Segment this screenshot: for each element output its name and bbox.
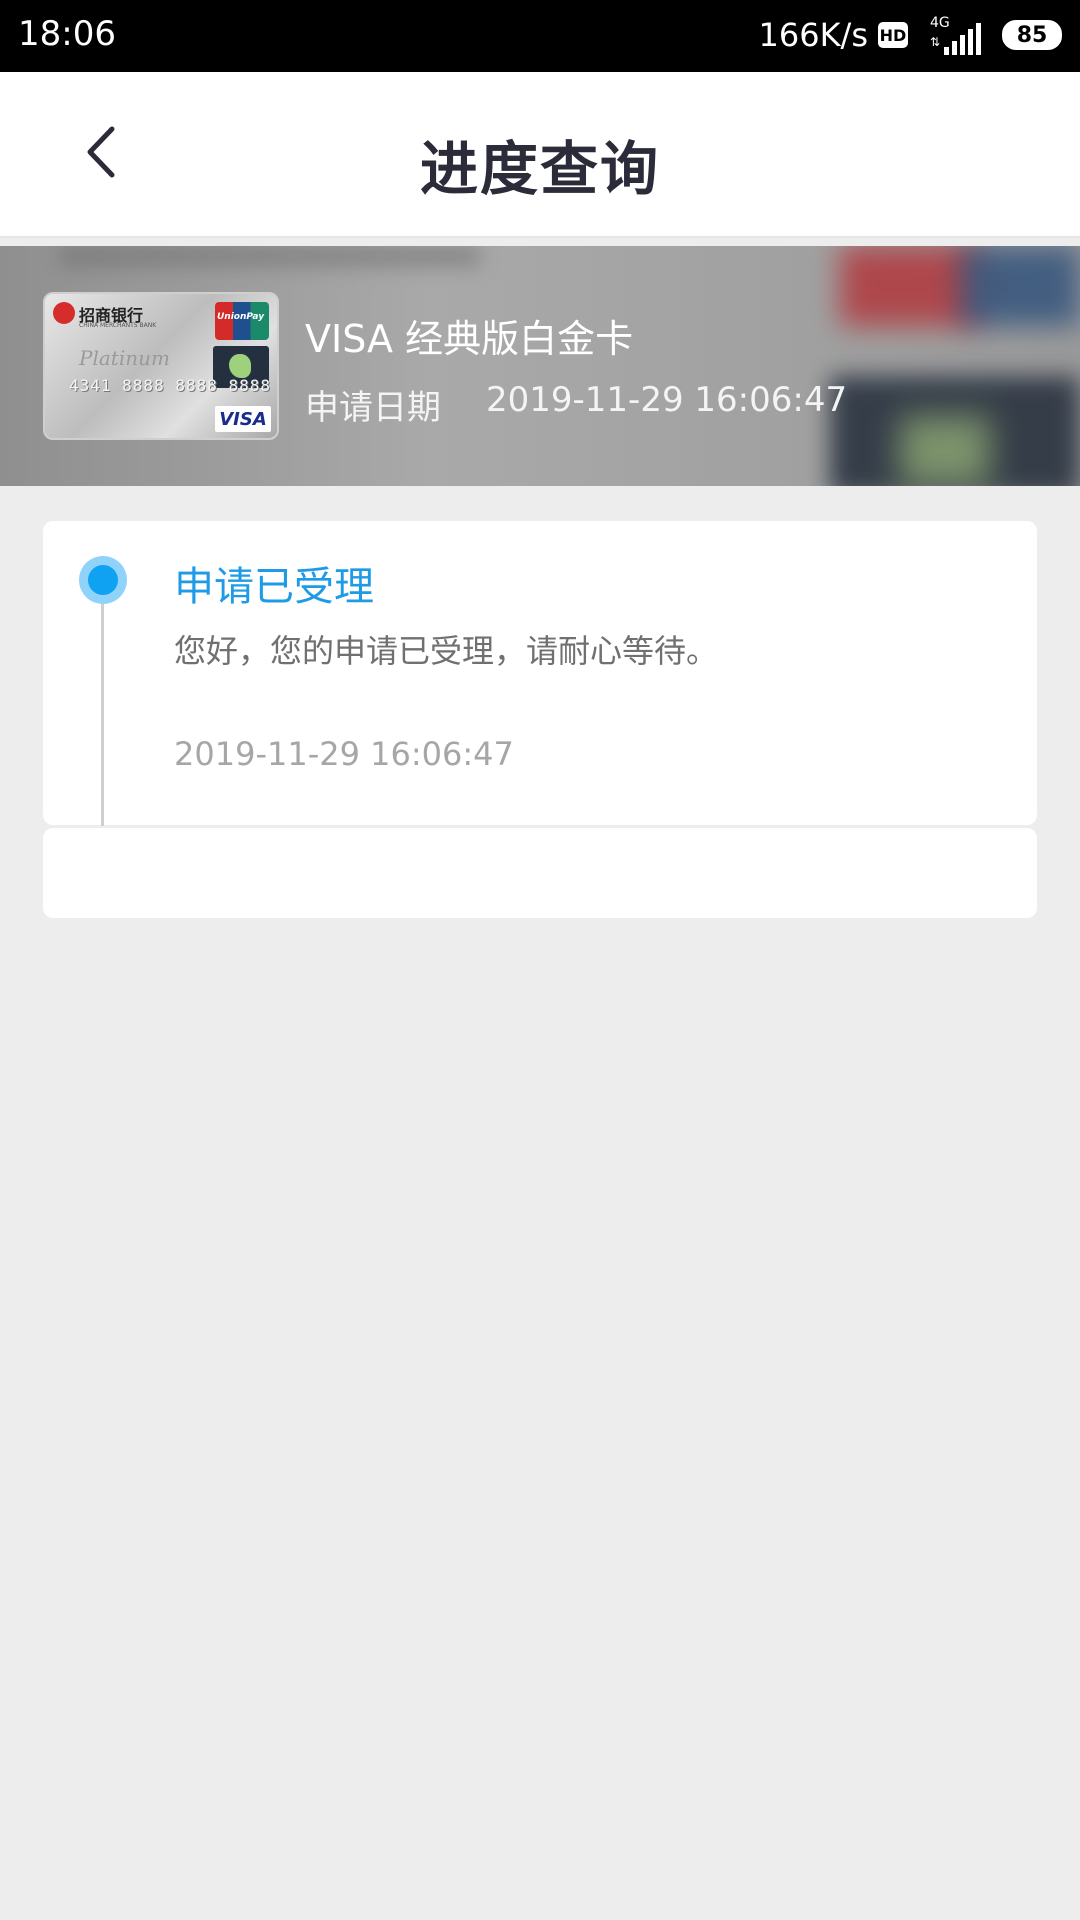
hd-icon: HD [878,22,908,48]
timeline-dot-icon [79,556,127,604]
battery-icon: 85 [1002,20,1062,50]
timeline-line [101,590,104,826]
credit-card-image: 招商银行 CHINA MERCHANTS BANK UnionPay Plati… [43,292,279,440]
data-arrows-icon: ⇅ [930,35,941,49]
status-bar: 18:06 166K/s HD 4G ⇅ 85 [0,0,1080,72]
bank-logo-icon [53,302,75,324]
app-header: 进度查询 [0,72,1080,238]
signal-icon: 4G ⇅ [930,15,986,55]
step-title: 申请已受理 [174,564,374,610]
page-title: 进度查询 [419,135,660,203]
progress-card-footer [43,828,1037,918]
network-speed: 166K/s [758,16,868,54]
step-time: 2019-11-29 16:06:47 [174,735,514,773]
unionpay-logo: UnionPay [215,302,269,340]
status-indicators: 166K/s HD 4G ⇅ 85 [758,12,1062,58]
card-number: 4341 8888 8888 8888 [69,376,272,395]
status-time: 18:06 [18,14,116,54]
card-name: VISA 经典版白金卡 [305,317,634,361]
step-description: 您好，您的申请已受理，请耐心等待。 [174,632,719,670]
apply-date-label: 申请日期 [305,388,441,428]
signal-bars [944,23,981,55]
apply-date-value: 2019-11-29 16:06:47 [486,380,848,420]
visa-logo: VISA [215,406,271,432]
